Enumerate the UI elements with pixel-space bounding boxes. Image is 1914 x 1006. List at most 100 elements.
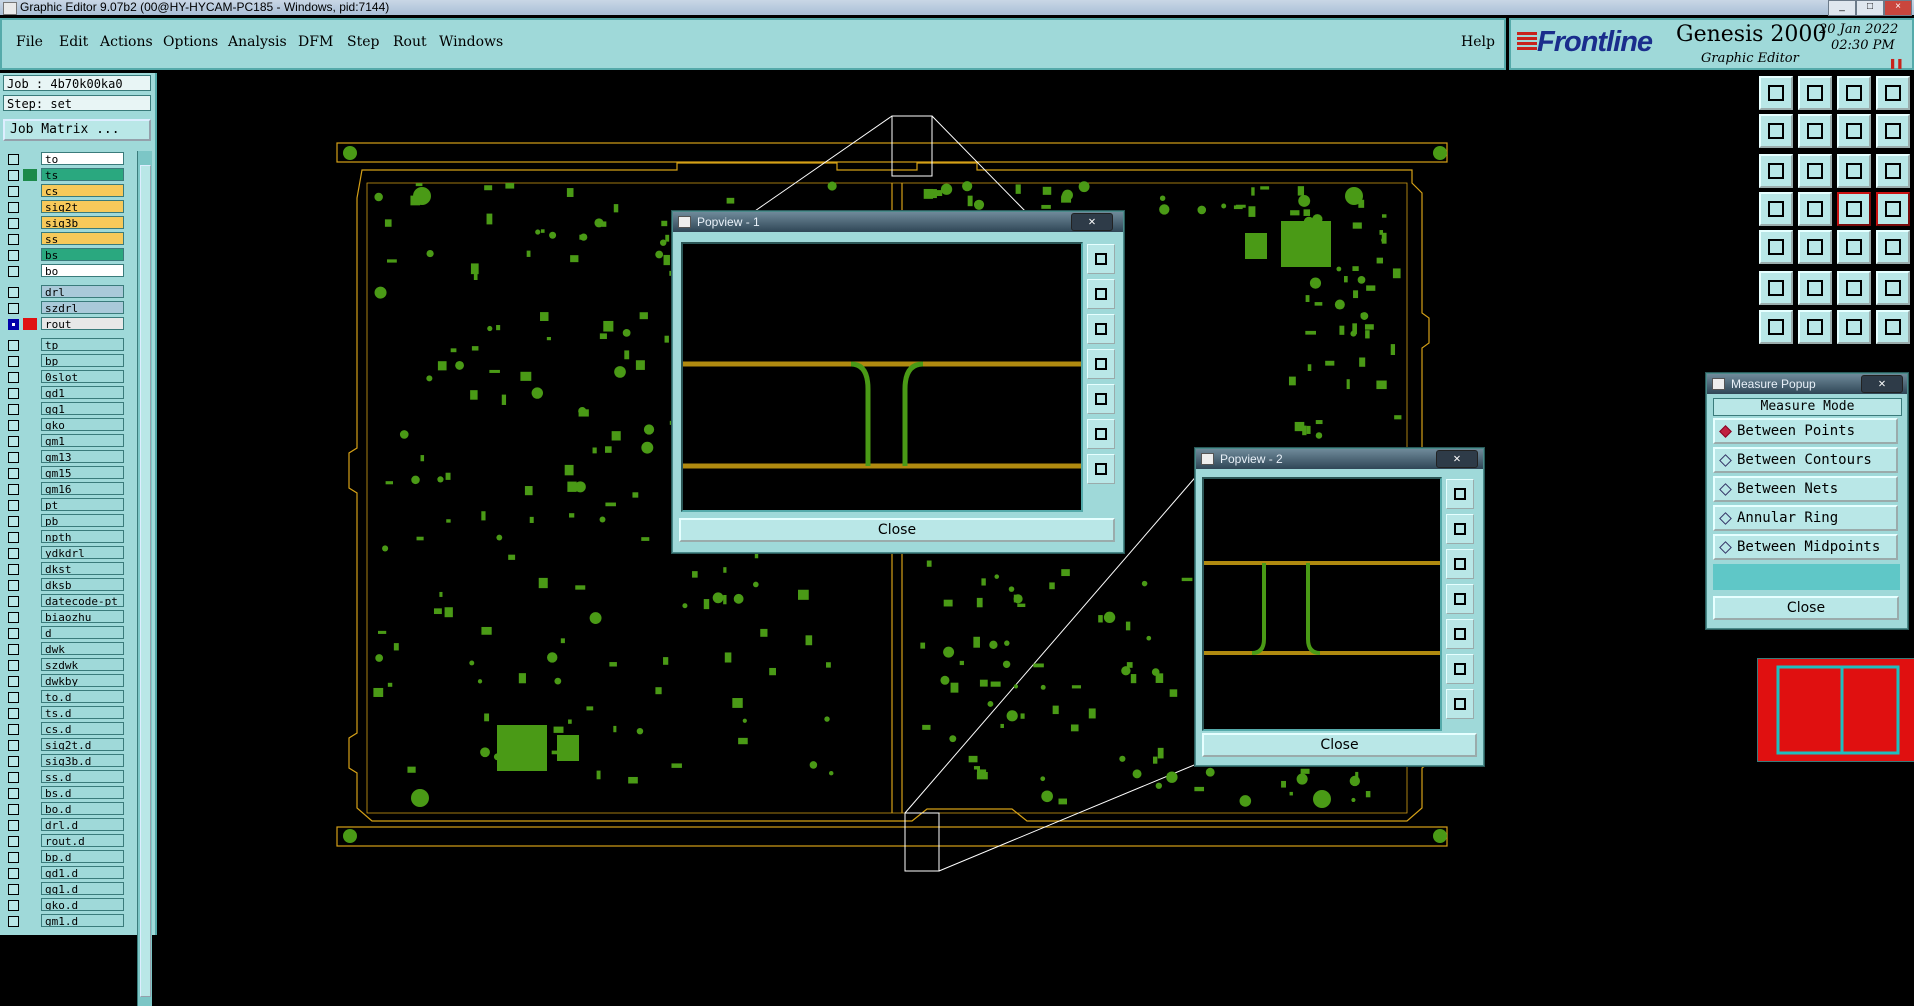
- layer-color-swatch[interactable]: [23, 153, 37, 165]
- net-icon[interactable]: [1798, 192, 1832, 226]
- layer-name[interactable]: to.d: [41, 690, 124, 703]
- layer-color-swatch[interactable]: [23, 435, 37, 447]
- measure-option-4[interactable]: Between Midpoints: [1713, 534, 1898, 560]
- layer-checkbox[interactable]: [8, 884, 19, 895]
- layer-color-swatch[interactable]: [23, 755, 37, 767]
- layer-checkbox[interactable]: [8, 516, 19, 527]
- layer-name[interactable]: ydkdrl: [41, 546, 124, 559]
- measure-close-button[interactable]: Close: [1713, 596, 1899, 620]
- layer-checkbox[interactable]: [8, 724, 19, 735]
- fit-icon[interactable]: [1759, 154, 1793, 188]
- panel-icon[interactable]: [1876, 114, 1910, 148]
- layer-row-rout[interactable]: rout: [4, 317, 124, 331]
- point-icon[interactable]: [1759, 230, 1793, 264]
- layer-row-rout.d[interactable]: rout.d: [4, 834, 124, 848]
- layer-row-0slot[interactable]: 0slot: [4, 370, 124, 384]
- layer-checkbox[interactable]: [8, 202, 19, 213]
- layer-row-bo[interactable]: bo: [4, 264, 124, 278]
- popview-tool-button-6[interactable]: [1446, 654, 1474, 684]
- layer-row-sig2t[interactable]: sig2t: [4, 200, 124, 214]
- measure-option-0[interactable]: Between Points: [1713, 418, 1898, 444]
- layer-row-gm16[interactable]: gm16: [4, 482, 124, 496]
- layer-name[interactable]: bs: [41, 248, 124, 261]
- layer-color-swatch[interactable]: [23, 371, 37, 383]
- job-matrix-button[interactable]: Job Matrix ...: [3, 119, 151, 141]
- layer-row-bo.d[interactable]: bo.d: [4, 802, 124, 816]
- layer-checkbox[interactable]: [8, 500, 19, 511]
- layer-row-ss.d[interactable]: ss.d: [4, 770, 124, 784]
- layer-name[interactable]: gko.d: [41, 898, 124, 911]
- layer-scrollbar[interactable]: [137, 151, 152, 1006]
- layer-checkbox[interactable]: [8, 900, 19, 911]
- undo-icon[interactable]: [1837, 310, 1871, 344]
- menu-options[interactable]: Options: [163, 34, 218, 50]
- layer-color-swatch[interactable]: [23, 659, 37, 671]
- layer-color-swatch[interactable]: [23, 739, 37, 751]
- layer-row-ts.d[interactable]: ts.d: [4, 706, 124, 720]
- layer-color-swatch[interactable]: [23, 643, 37, 655]
- layer-row-gm1.d[interactable]: gm1.d: [4, 914, 124, 928]
- layer-row-bs.d[interactable]: bs.d: [4, 786, 124, 800]
- layer-checkbox[interactable]: [8, 804, 19, 815]
- layer-row-ts[interactable]: ts: [4, 168, 124, 182]
- layer-color-swatch[interactable]: [23, 627, 37, 639]
- layer-name[interactable]: sig2t.d: [41, 738, 124, 751]
- layer-row-bp[interactable]: bp: [4, 354, 124, 368]
- popview-2-close-button[interactable]: Close: [1202, 733, 1477, 757]
- layer-name[interactable]: to: [41, 152, 124, 165]
- layer-name[interactable]: gm16: [41, 482, 124, 495]
- layer-name[interactable]: sig2t: [41, 200, 124, 213]
- layer-name[interactable]: bs.d: [41, 786, 124, 799]
- layer-checkbox[interactable]: [8, 420, 19, 431]
- layer-checkbox[interactable]: [8, 612, 19, 623]
- slash-icon[interactable]: [1798, 230, 1832, 264]
- copy-icon[interactable]: [1759, 114, 1793, 148]
- menu-edit[interactable]: Edit: [59, 34, 88, 50]
- layer-color-swatch[interactable]: [23, 185, 37, 197]
- layer-checkbox[interactable]: [8, 660, 19, 671]
- layer-color-swatch[interactable]: [23, 403, 37, 415]
- layer-color-swatch[interactable]: [23, 355, 37, 367]
- layer-row-gd1[interactable]: gd1: [4, 386, 124, 400]
- layer-color-swatch[interactable]: [23, 835, 37, 847]
- layer-color-swatch[interactable]: [23, 515, 37, 527]
- layer-checkbox[interactable]: [8, 740, 19, 751]
- layer-checkbox[interactable]: [8, 532, 19, 543]
- open-icon[interactable]: [1759, 76, 1793, 110]
- menu-windows[interactable]: Windows: [439, 34, 503, 50]
- layer-row-szdwk[interactable]: szdwk: [4, 658, 124, 672]
- layer-color-swatch[interactable]: [23, 771, 37, 783]
- layer-row-gm13[interactable]: gm13: [4, 450, 124, 464]
- layer-name[interactable]: drl.d: [41, 818, 124, 831]
- layer-color-swatch[interactable]: [23, 419, 37, 431]
- ratio-icon[interactable]: [1837, 154, 1871, 188]
- board-minimap[interactable]: [1757, 658, 1914, 762]
- layer-checkbox[interactable]: [8, 692, 19, 703]
- layer-color-swatch[interactable]: [23, 217, 37, 229]
- layer-color-swatch[interactable]: [23, 547, 37, 559]
- layer-row-cs[interactable]: cs: [4, 184, 124, 198]
- layer-row-gm15[interactable]: gm15: [4, 466, 124, 480]
- func-icon[interactable]: [1876, 310, 1910, 344]
- center-icon[interactable]: [1798, 154, 1832, 188]
- menu-actions[interactable]: Actions: [100, 34, 153, 50]
- layer-row-sig3b.d[interactable]: sig3b.d: [4, 754, 124, 768]
- popview-tool-button-7[interactable]: [1446, 689, 1474, 719]
- layer-color-swatch[interactable]: [23, 707, 37, 719]
- menu-step[interactable]: Step: [347, 34, 379, 50]
- layer-row-pb[interactable]: pb: [4, 514, 124, 528]
- measure-popup-close-icon[interactable]: ✕: [1861, 375, 1903, 393]
- layer-checkbox[interactable]: [8, 628, 19, 639]
- layer-row-biaozhu[interactable]: biaozhu: [4, 610, 124, 624]
- layer-name[interactable]: biaozhu: [41, 610, 124, 623]
- layer-checkbox[interactable]: [8, 468, 19, 479]
- layer-name[interactable]: 0slot: [41, 370, 124, 383]
- layer-color-swatch[interactable]: [23, 867, 37, 879]
- join-icon[interactable]: [1759, 271, 1793, 305]
- popview-1-view[interactable]: [681, 242, 1083, 512]
- layer-color-swatch[interactable]: [23, 339, 37, 351]
- popview-1-close-button[interactable]: Close: [679, 518, 1115, 542]
- layer-color-swatch[interactable]: [23, 499, 37, 511]
- close-window-button[interactable]: ×: [1884, 0, 1912, 16]
- maximize-button[interactable]: □: [1856, 0, 1884, 16]
